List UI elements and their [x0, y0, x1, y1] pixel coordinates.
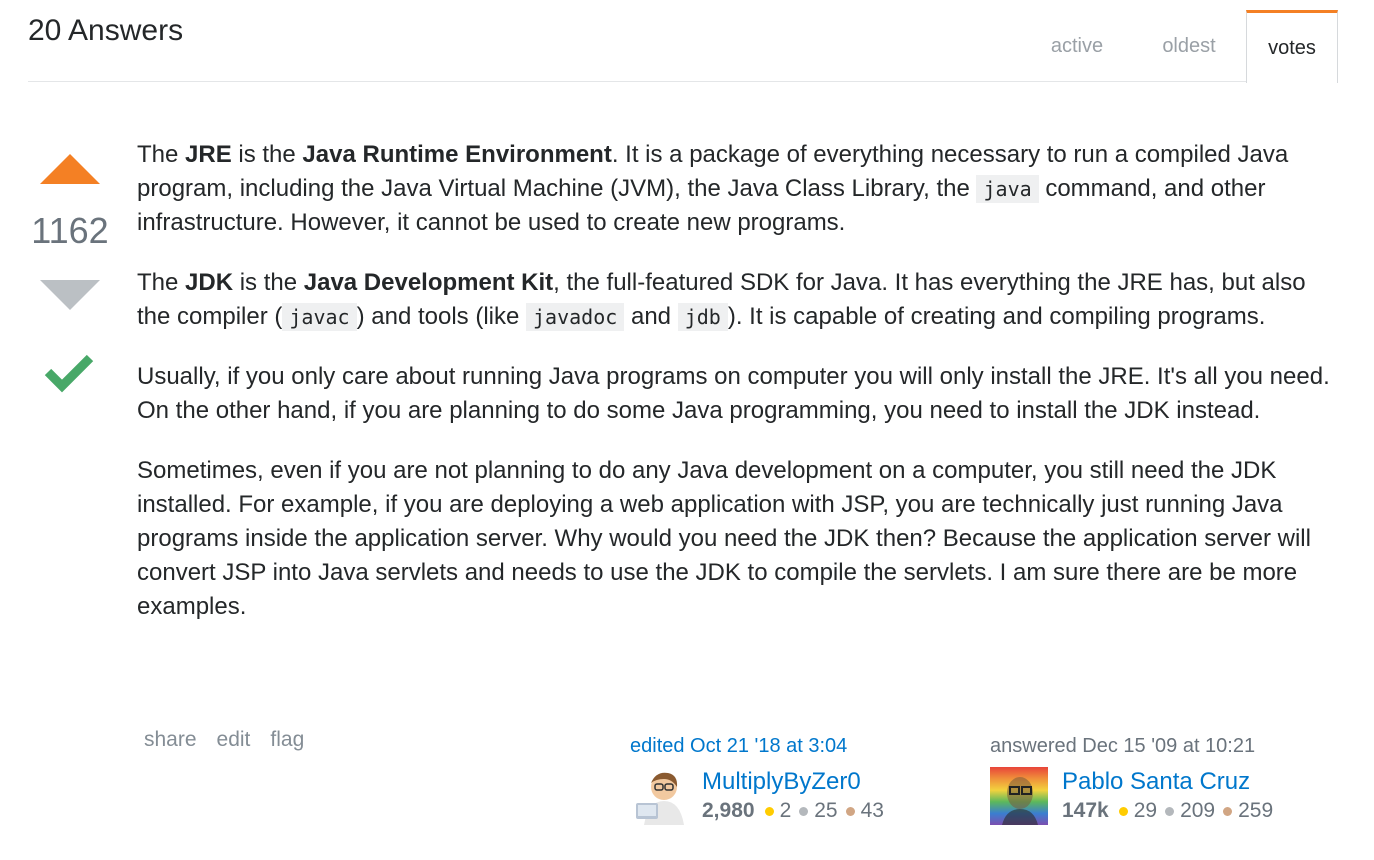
text: ). It is capable of creating and compili… — [727, 303, 1266, 330]
text: The — [137, 141, 186, 168]
code-jdb: jdb — [677, 303, 728, 331]
author-reputation: 147k — [1062, 799, 1109, 822]
edited-signature: edited Oct 21 '18 at 3:04 MultiplyByZer0… — [630, 733, 950, 825]
badge-count: 209 — [1180, 799, 1216, 822]
tab-oldest[interactable]: oldest — [1132, 10, 1246, 82]
text: The — [137, 269, 186, 296]
badge-count: 25 — [814, 799, 838, 822]
tab-active[interactable]: active — [1022, 10, 1132, 82]
editor-details: MultiplyByZer0 2,980 2 25 43 — [702, 767, 892, 825]
editor-avatar[interactable] — [630, 767, 688, 825]
edit-link[interactable]: edit — [217, 728, 251, 752]
accepted-checkmark-icon — [44, 354, 94, 393]
gold-badge-icon — [764, 806, 774, 816]
upvote-arrow-icon[interactable] — [40, 154, 100, 184]
editor-bronze-badges: 43 — [845, 797, 884, 825]
tab-votes[interactable]: votes — [1246, 10, 1338, 83]
answer-paragraph-1: The JRE is the Java Runtime Environment.… — [137, 138, 1342, 240]
flag-link[interactable]: flag — [270, 728, 304, 752]
author-gold-badges: 29 — [1118, 797, 1158, 825]
author-details: Pablo Santa Cruz 147k 29 209 259 — [1062, 767, 1281, 825]
editor-reputation: 2,980 — [702, 799, 755, 822]
author-bronze-badges: 259 — [1223, 797, 1273, 825]
bold-jre: JRE — [185, 141, 232, 168]
vote-count: 1162 — [31, 210, 109, 251]
text: and — [624, 303, 678, 330]
editor-gold-badges: 2 — [764, 797, 792, 825]
badge-count: 43 — [860, 799, 884, 822]
silver-badge-icon — [799, 806, 809, 816]
code-javadoc: javadoc — [526, 303, 625, 331]
answer-paragraph-3: Usually, if you only care about running … — [137, 363, 1330, 424]
text: is the — [233, 269, 304, 296]
code-java: java — [976, 175, 1039, 203]
code-javac: javac — [282, 303, 357, 331]
downvote-arrow-icon[interactable] — [40, 280, 100, 310]
answered-timestamp: answered Dec 15 '09 at 10:21 — [990, 735, 1256, 757]
bronze-badge-icon — [845, 806, 855, 816]
gold-badge-icon — [1118, 806, 1128, 816]
answer-paragraph-4: Sometimes, even if you are not planning … — [137, 457, 1311, 620]
answers-header: 20 Answers active oldest votes — [28, 0, 1338, 83]
silver-badge-icon — [1165, 806, 1175, 816]
bold-jre-full: Java Runtime Environment — [302, 141, 612, 168]
text: is the — [231, 141, 303, 168]
editor-name-link[interactable]: MultiplyByZer0 — [702, 767, 892, 797]
edited-timestamp-link[interactable]: edited Oct 21 '18 at 3:04 — [630, 733, 950, 759]
author-flair: 147k 29 209 259 — [1062, 797, 1281, 825]
editor-silver-badges: 25 — [799, 797, 838, 825]
author-user-info: Pablo Santa Cruz 147k 29 209 259 — [990, 767, 1330, 825]
bronze-badge-icon — [1223, 806, 1233, 816]
author-name-link[interactable]: Pablo Santa Cruz — [1062, 767, 1281, 797]
text: ) and tools (like — [356, 303, 527, 330]
author-silver-badges: 209 — [1165, 797, 1215, 825]
answers-count: 20 Answers — [28, 14, 184, 47]
badge-count: 2 — [779, 799, 792, 822]
bold-jdk: JDK — [185, 269, 234, 296]
share-link[interactable]: share — [144, 728, 197, 752]
post-menu: share edit flag — [144, 728, 304, 752]
badge-count: 259 — [1238, 799, 1274, 822]
answer-body: The JRE is the Java Runtime Environment.… — [137, 138, 1342, 650]
answered-signature: answered Dec 15 '09 at 10:21 Pablo Santa… — [990, 733, 1330, 825]
answer-paragraph-2: The JDK is the Java Development Kit, the… — [137, 266, 1342, 334]
bold-jdk-full: Java Development Kit — [303, 269, 554, 296]
badge-count: 29 — [1133, 799, 1158, 822]
author-avatar[interactable] — [990, 767, 1048, 825]
sort-tabs: active oldest votes — [1022, 10, 1338, 83]
editor-flair: 2,980 2 25 43 — [702, 797, 892, 825]
editor-user-info: MultiplyByZer0 2,980 2 25 43 — [630, 767, 950, 825]
